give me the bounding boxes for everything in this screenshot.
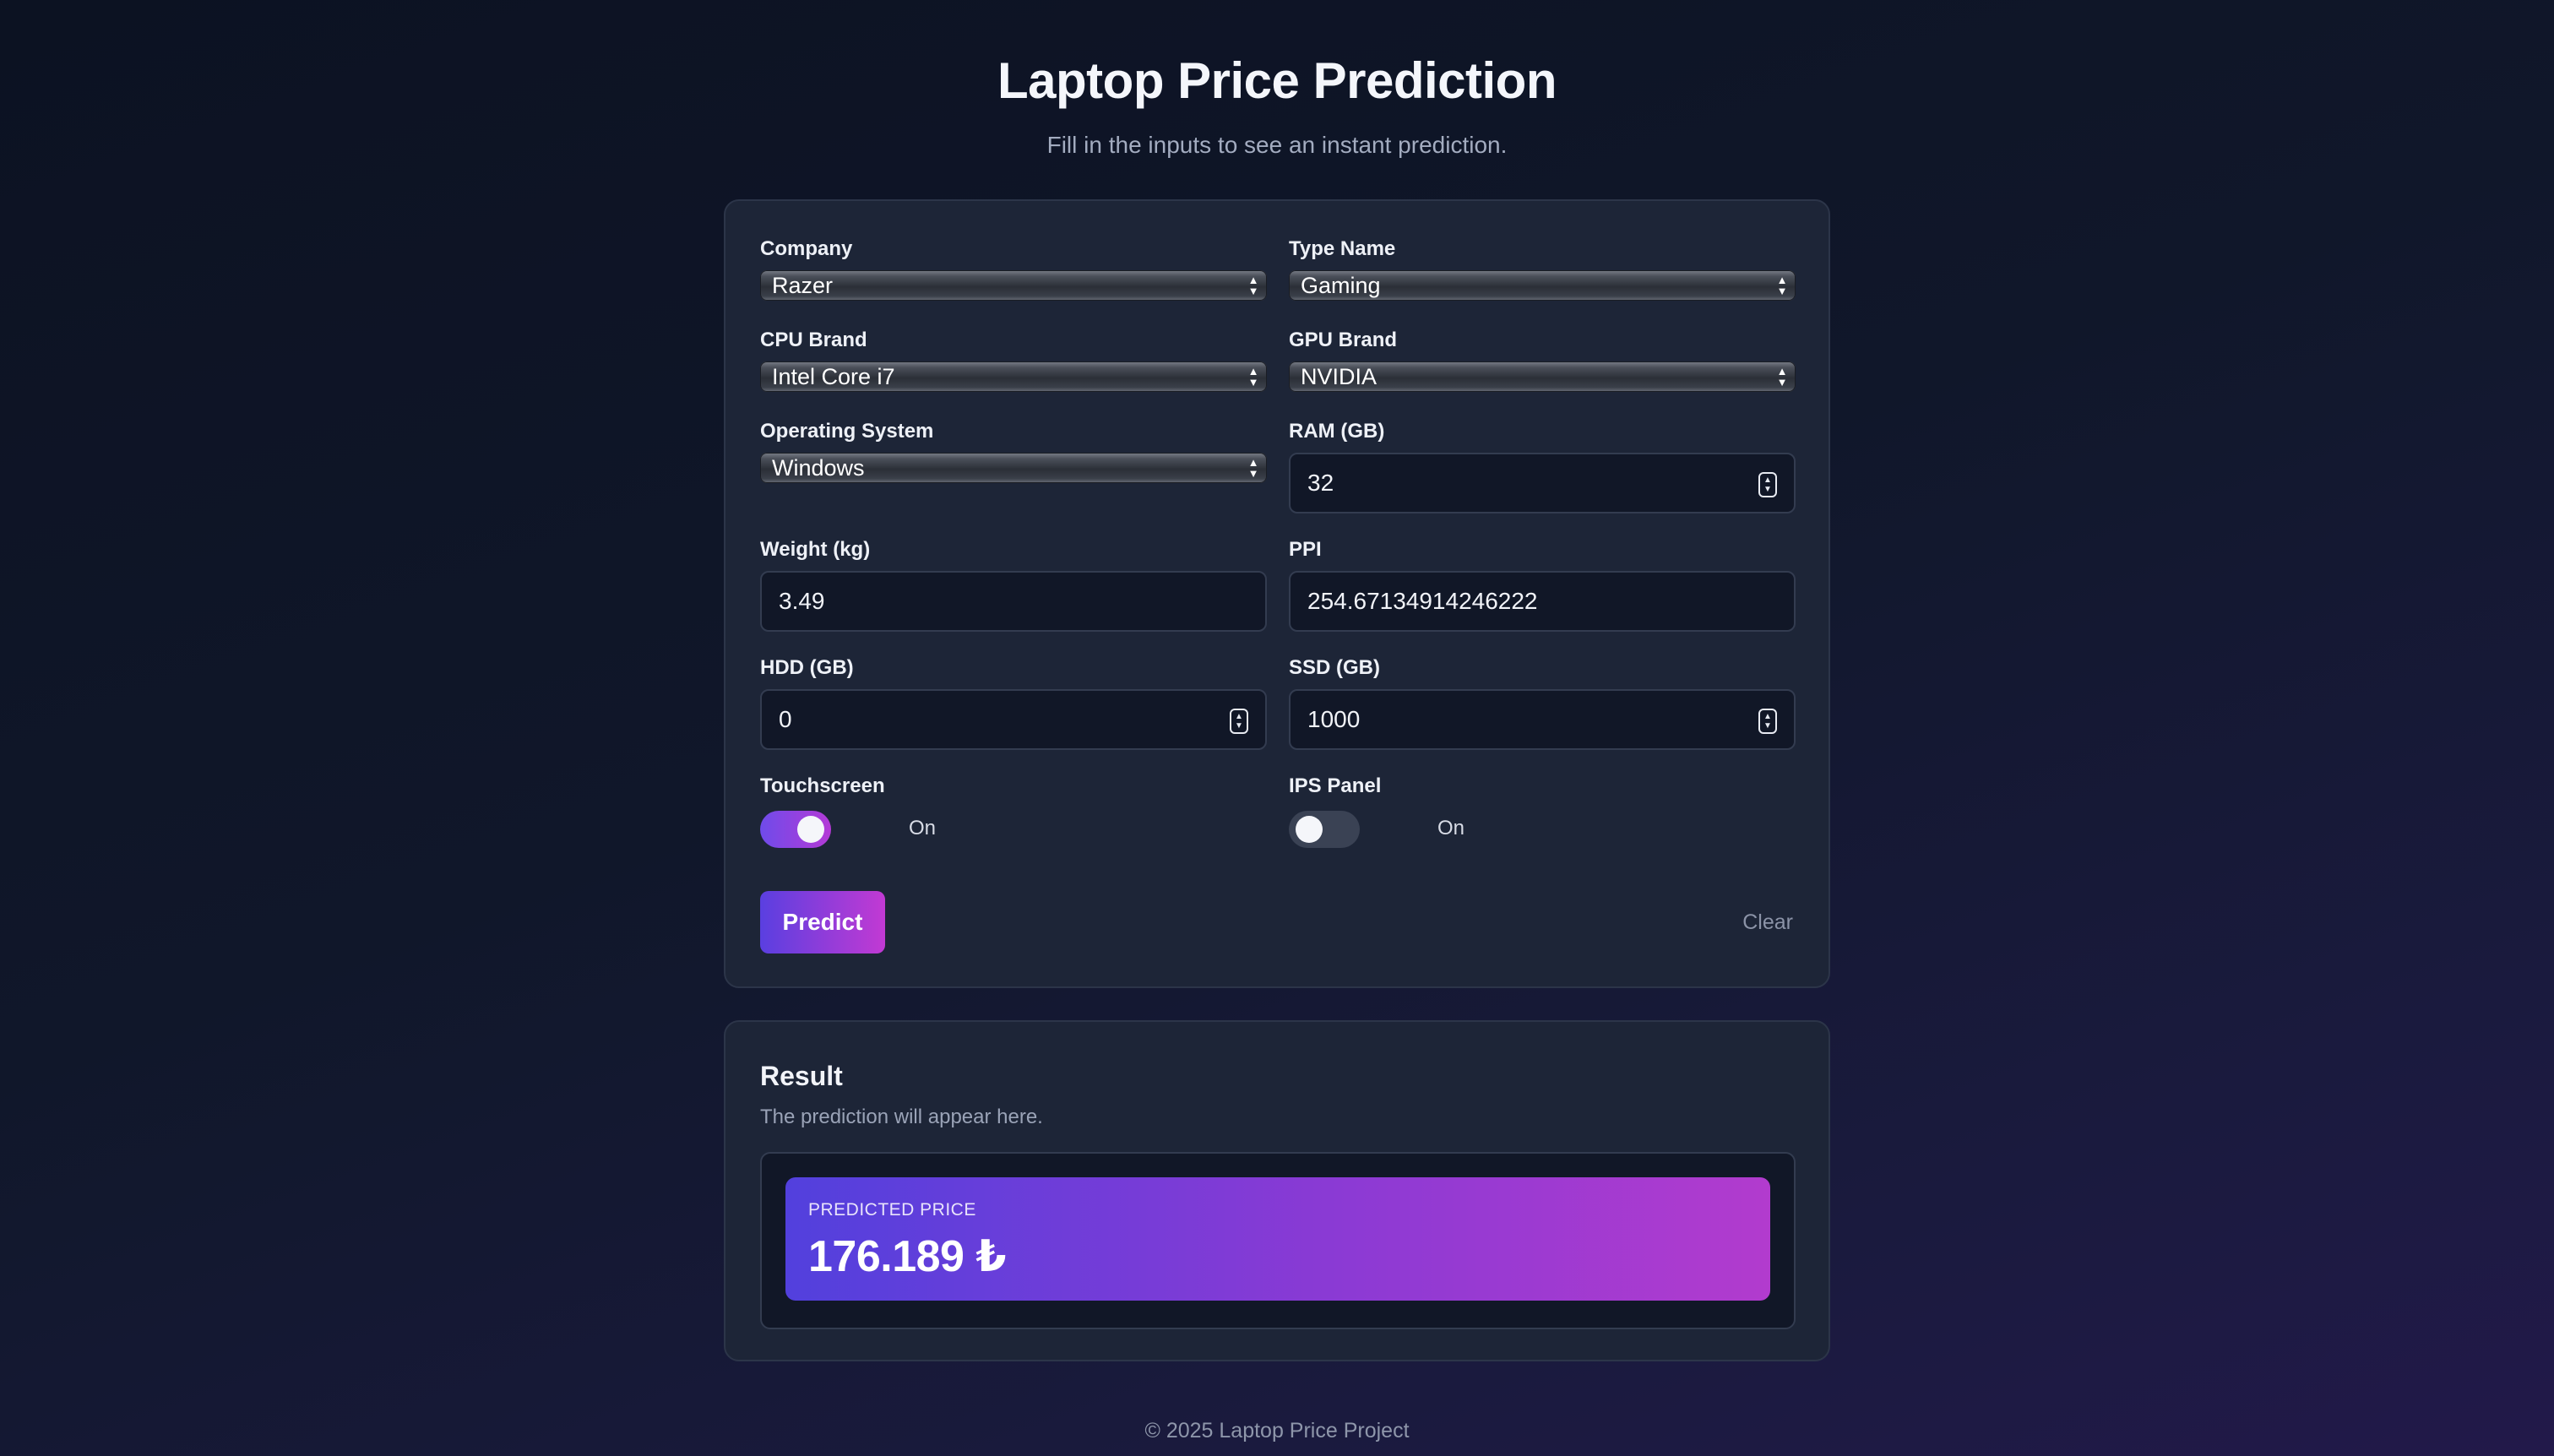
ips-label: IPS Panel <box>1289 774 1382 797</box>
toggle-knob <box>1296 816 1323 843</box>
ram-label: RAM (GB) <box>1289 420 1385 443</box>
cpu-brand-select[interactable]: Intel Core i7 ▲ ▼ <box>760 361 1267 392</box>
ppi-field: PPI 254.67134914246222 <box>1289 537 1796 632</box>
touchscreen-field: Touchscreen On <box>760 774 1267 848</box>
footer-text: © 2025 Laptop Price Project <box>1144 1419 1410 1442</box>
company-field: Company Razer ▲ ▼ <box>760 236 1267 301</box>
ram-input[interactable]: 32 ▲ ▼ <box>1289 453 1796 513</box>
result-title: Result <box>760 1061 843 1091</box>
company-label: Company <box>760 237 853 260</box>
select-arrows-icon: ▲ ▼ <box>1776 274 1788 297</box>
select-arrows-icon: ▲ ▼ <box>1776 365 1788 388</box>
select-arrows-icon: ▲ ▼ <box>1247 274 1259 297</box>
gpu-brand-label: GPU Brand <box>1289 329 1398 351</box>
company-select-value: Razer <box>772 273 834 298</box>
hdd-field: HDD (GB) 0 ▲ ▼ <box>760 655 1267 750</box>
ips-state-text: On <box>1437 817 1465 839</box>
predict-button[interactable]: Predict <box>760 891 885 953</box>
hdd-input-value: 0 <box>779 706 792 732</box>
touchscreen-state-text: On <box>909 817 937 839</box>
result-description: The prediction will appear here. <box>760 1106 1043 1128</box>
type-name-select[interactable]: Gaming ▲ ▼ <box>1289 270 1796 301</box>
result-box: PREDICTED PRICE 176.189 ₺ <box>760 1152 1796 1329</box>
ssd-input-value: 1000 <box>1307 706 1361 732</box>
select-arrows-icon: ▲ ▼ <box>1247 456 1259 480</box>
page-subtitle: Fill in the inputs to see an instant pre… <box>1046 132 1508 158</box>
os-select[interactable]: Windows ▲ ▼ <box>760 453 1267 483</box>
toggle-knob <box>797 816 824 843</box>
weight-input-value: 3.49 <box>779 588 825 614</box>
cpu-brand-field: CPU Brand Intel Core i7 ▲ ▼ <box>760 328 1267 392</box>
type-name-select-value: Gaming <box>1301 273 1381 298</box>
ssd-field: SSD (GB) 1000 ▲ ▼ <box>1289 655 1796 750</box>
number-stepper-icon[interactable]: ▲ ▼ <box>1230 709 1248 734</box>
result-card: Result The prediction will appear here. … <box>724 1020 1830 1361</box>
hdd-input[interactable]: 0 ▲ ▼ <box>760 689 1267 750</box>
ppi-label: PPI <box>1289 538 1322 561</box>
select-arrows-icon: ▲ ▼ <box>1247 365 1259 388</box>
touchscreen-label: Touchscreen <box>760 774 885 797</box>
type-name-label: Type Name <box>1289 237 1396 260</box>
gpu-brand-select[interactable]: NVIDIA ▲ ▼ <box>1289 361 1796 392</box>
gpu-brand-select-value: NVIDIA <box>1301 364 1378 389</box>
number-stepper-icon[interactable]: ▲ ▼ <box>1758 472 1777 497</box>
ips-toggle-row: On <box>1289 809 1796 848</box>
gpu-brand-field: GPU Brand NVIDIA ▲ ▼ <box>1289 328 1796 392</box>
weight-input[interactable]: 3.49 <box>760 571 1267 632</box>
prediction-form-card: Company Razer ▲ ▼ Type Name Gaming ▲ ▼ CPU… <box>724 199 1830 988</box>
ppi-input[interactable]: 254.67134914246222 <box>1289 571 1796 632</box>
cpu-brand-select-value: Intel Core i7 <box>772 364 895 389</box>
number-stepper-icon[interactable]: ▲ ▼ <box>1758 709 1777 734</box>
cpu-brand-label: CPU Brand <box>760 329 867 351</box>
os-select-value: Windows <box>772 455 865 481</box>
ram-field: RAM (GB) 32 ▲ ▼ <box>1289 419 1796 513</box>
page-title: Laptop Price Prediction <box>997 52 1557 109</box>
touchscreen-toggle-row: On <box>760 809 1267 848</box>
company-select[interactable]: Razer ▲ ▼ <box>760 270 1267 301</box>
ram-input-value: 32 <box>1307 470 1334 496</box>
ssd-input[interactable]: 1000 ▲ ▼ <box>1289 689 1796 750</box>
predicted-price-label: PREDICTED PRICE <box>808 1200 976 1220</box>
ips-field: IPS Panel On <box>1289 774 1796 848</box>
ssd-label: SSD (GB) <box>1289 656 1380 679</box>
page-header: Laptop Price Prediction Fill in the inpu… <box>0 47 2554 160</box>
hdd-label: HDD (GB) <box>760 656 854 679</box>
ips-toggle[interactable] <box>1289 811 1360 848</box>
touchscreen-toggle[interactable] <box>760 811 831 848</box>
predicted-price-value: 176.189 ₺ <box>808 1232 1007 1281</box>
predicted-price-banner: PREDICTED PRICE 176.189 ₺ <box>785 1177 1770 1301</box>
weight-field: Weight (kg) 3.49 <box>760 537 1267 632</box>
type-name-field: Type Name Gaming ▲ ▼ <box>1289 236 1796 301</box>
os-label: Operating System <box>760 420 934 443</box>
os-field: Operating System Windows ▲ ▼ <box>760 419 1267 483</box>
clear-button[interactable]: Clear <box>1742 907 1793 937</box>
ppi-input-value: 254.67134914246222 <box>1307 588 1538 614</box>
weight-label: Weight (kg) <box>760 538 871 561</box>
